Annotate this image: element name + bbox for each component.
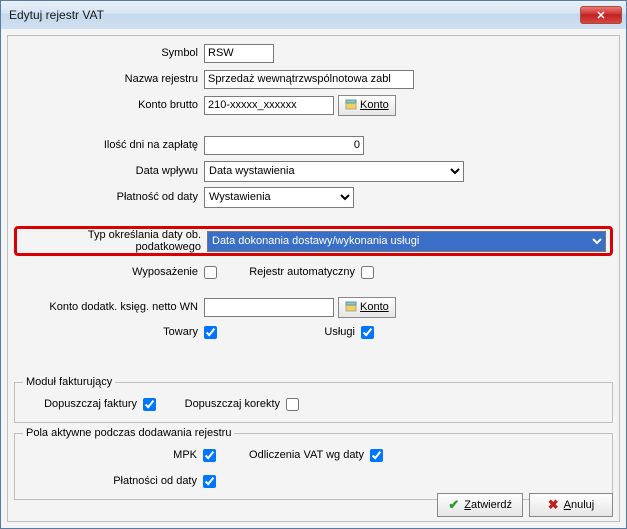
pola-fieldset: Pola aktywne podczas dodawania rejestru … [14, 427, 613, 500]
dop-korekty-checkbox[interactable] [286, 398, 299, 411]
platnosci-od-checkbox[interactable] [203, 475, 216, 488]
data-wplywu-select[interactable]: Data wystawienia [204, 161, 464, 182]
label-konto-brutto: Konto brutto [14, 99, 204, 111]
platnosc-od-select[interactable]: Wystawienia [204, 187, 354, 208]
konto-dodatk-input[interactable] [204, 298, 334, 317]
highlighted-field: Typ określania daty ob. podatkowego Data… [14, 226, 613, 256]
konto-brutto-input[interactable] [204, 96, 334, 115]
uslugi-checkbox[interactable] [361, 326, 374, 339]
label-platnosc-od: Płatność od daty [14, 191, 204, 203]
anuluj-rest: nuluj [571, 499, 594, 511]
cancel-icon: ✖ [548, 497, 559, 513]
label-wyposazenie: Wyposażenie [14, 266, 204, 278]
konto-button-label: Konto [360, 301, 389, 313]
odlicz-vat-checkbox[interactable] [370, 449, 383, 462]
nazwa-input[interactable] [204, 70, 414, 89]
close-icon: ✕ [596, 9, 605, 22]
label-konto-dodatk: Konto dodatk. księg. netto WN [14, 301, 204, 313]
pola-legend: Pola aktywne podczas dodawania rejestru [23, 427, 234, 439]
label-odlicz-vat: Odliczenia VAT wg daty [220, 449, 370, 461]
account-icon [345, 301, 357, 313]
label-towary: Towary [14, 326, 204, 338]
label-symbol: Symbol [14, 47, 204, 59]
window-close-button[interactable]: ✕ [580, 6, 622, 24]
dop-faktury-checkbox[interactable] [143, 398, 156, 411]
zatwierdz-rest: atwierdź [471, 499, 512, 511]
konto-brutto-button[interactable]: Konto [338, 95, 396, 116]
modul-legend: Moduł fakturujący [23, 376, 115, 388]
konto-dodatk-button[interactable]: Konto [338, 297, 396, 318]
mpk-checkbox[interactable] [203, 449, 216, 462]
label-uslugi: Usługi [221, 326, 361, 338]
ilosc-dni-input[interactable] [204, 136, 364, 155]
typ-daty-select[interactable]: Data dokonania dostawy/wykonania usługi [207, 231, 606, 252]
label-ilosc-dni: Ilość dni na zapłatę [14, 139, 204, 151]
check-icon: ✔ [448, 497, 459, 513]
window-title: Edytuj rejestr VAT [9, 8, 580, 22]
label-rejestr-auto: Rejestr automatyczny [221, 266, 361, 278]
anuluj-button[interactable]: ✖ Anuluj [529, 493, 613, 517]
label-dop-korekty: Dopuszczaj korekty [166, 398, 286, 410]
towary-checkbox[interactable] [204, 326, 217, 339]
label-mpk: MPK [23, 449, 203, 461]
label-typ-daty: Typ określania daty ob. podatkowego [21, 229, 207, 253]
label-platnosci-od: Płatności od daty [23, 475, 203, 487]
label-data-wplywu: Data wpływu [14, 165, 204, 177]
modul-fieldset: Moduł fakturujący Dopuszczaj faktury Dop… [14, 376, 613, 423]
symbol-input[interactable] [204, 44, 274, 63]
account-icon [345, 99, 357, 111]
titlebar: Edytuj rejestr VAT ✕ [1, 1, 626, 29]
rejestr-auto-checkbox[interactable] [361, 266, 374, 279]
wyposazenie-checkbox[interactable] [204, 266, 217, 279]
label-dop-faktury: Dopuszczaj faktury [23, 398, 143, 410]
konto-button-label: Konto [360, 99, 389, 111]
zatwierdz-button[interactable]: ✔ Zatwierdź [437, 493, 523, 517]
label-nazwa: Nazwa rejestru [14, 73, 204, 85]
